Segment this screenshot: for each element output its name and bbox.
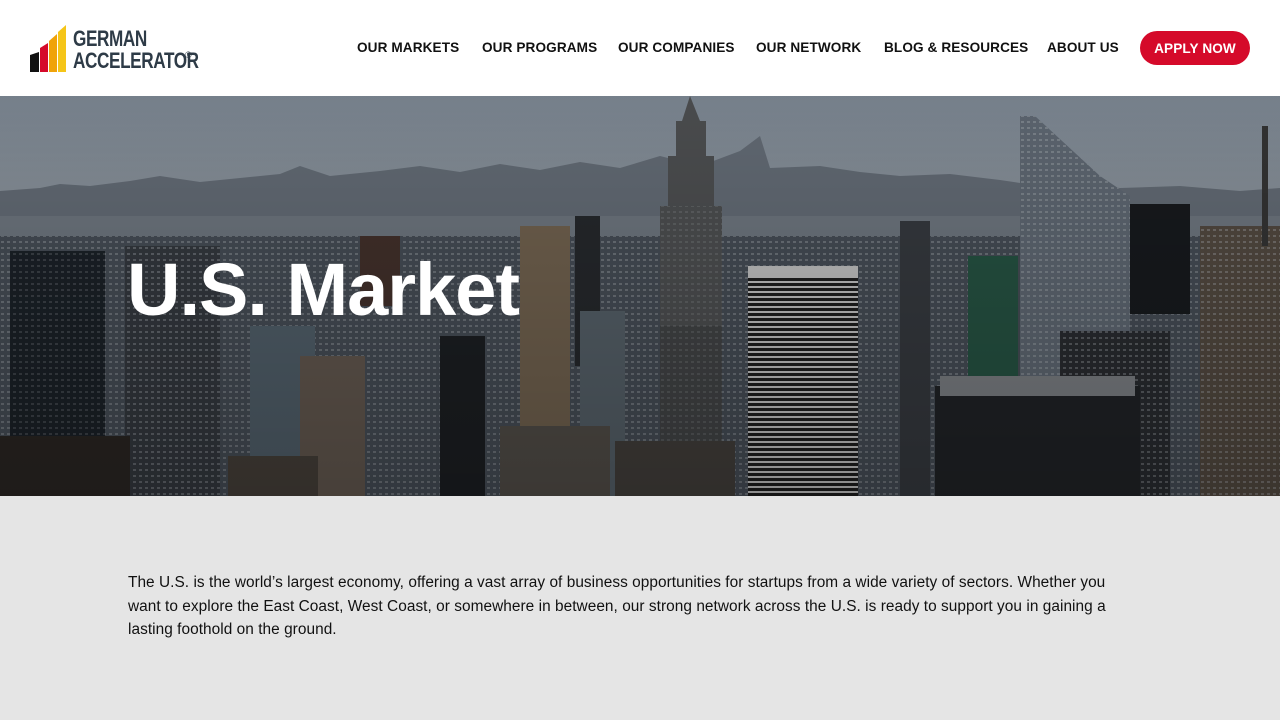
logo-line-1: GERMAN xyxy=(73,26,147,51)
apply-now-button[interactable]: APPLY NOW xyxy=(1140,31,1250,65)
site-header: GERMAN ACCELERATOR ® OUR MARKETS OUR PRO… xyxy=(0,0,1280,96)
nav-blog-resources[interactable]: BLOG & RESOURCES xyxy=(884,38,1028,58)
page-title: U.S. Market xyxy=(127,248,520,331)
nav-our-network[interactable]: OUR NETWORK xyxy=(756,38,861,58)
market-intro-text: The U.S. is the world’s largest economy,… xyxy=(128,574,1106,639)
nav-about-us[interactable]: ABOUT US xyxy=(1047,38,1119,58)
logo-wordmark: GERMAN ACCELERATOR xyxy=(73,28,234,72)
logo-line-2: ACCELERATOR xyxy=(73,48,199,73)
nav-our-markets[interactable]: OUR MARKETS xyxy=(357,38,459,58)
nav-our-programs[interactable]: OUR PROGRAMS xyxy=(482,38,597,58)
logo-bars-icon xyxy=(30,25,66,72)
nav-our-companies[interactable]: OUR COMPANIES xyxy=(618,38,735,58)
german-accelerator-logo[interactable]: GERMAN ACCELERATOR ® xyxy=(30,25,200,75)
registered-mark: ® xyxy=(185,50,192,60)
hero-banner: U.S. Market xyxy=(0,96,1280,496)
